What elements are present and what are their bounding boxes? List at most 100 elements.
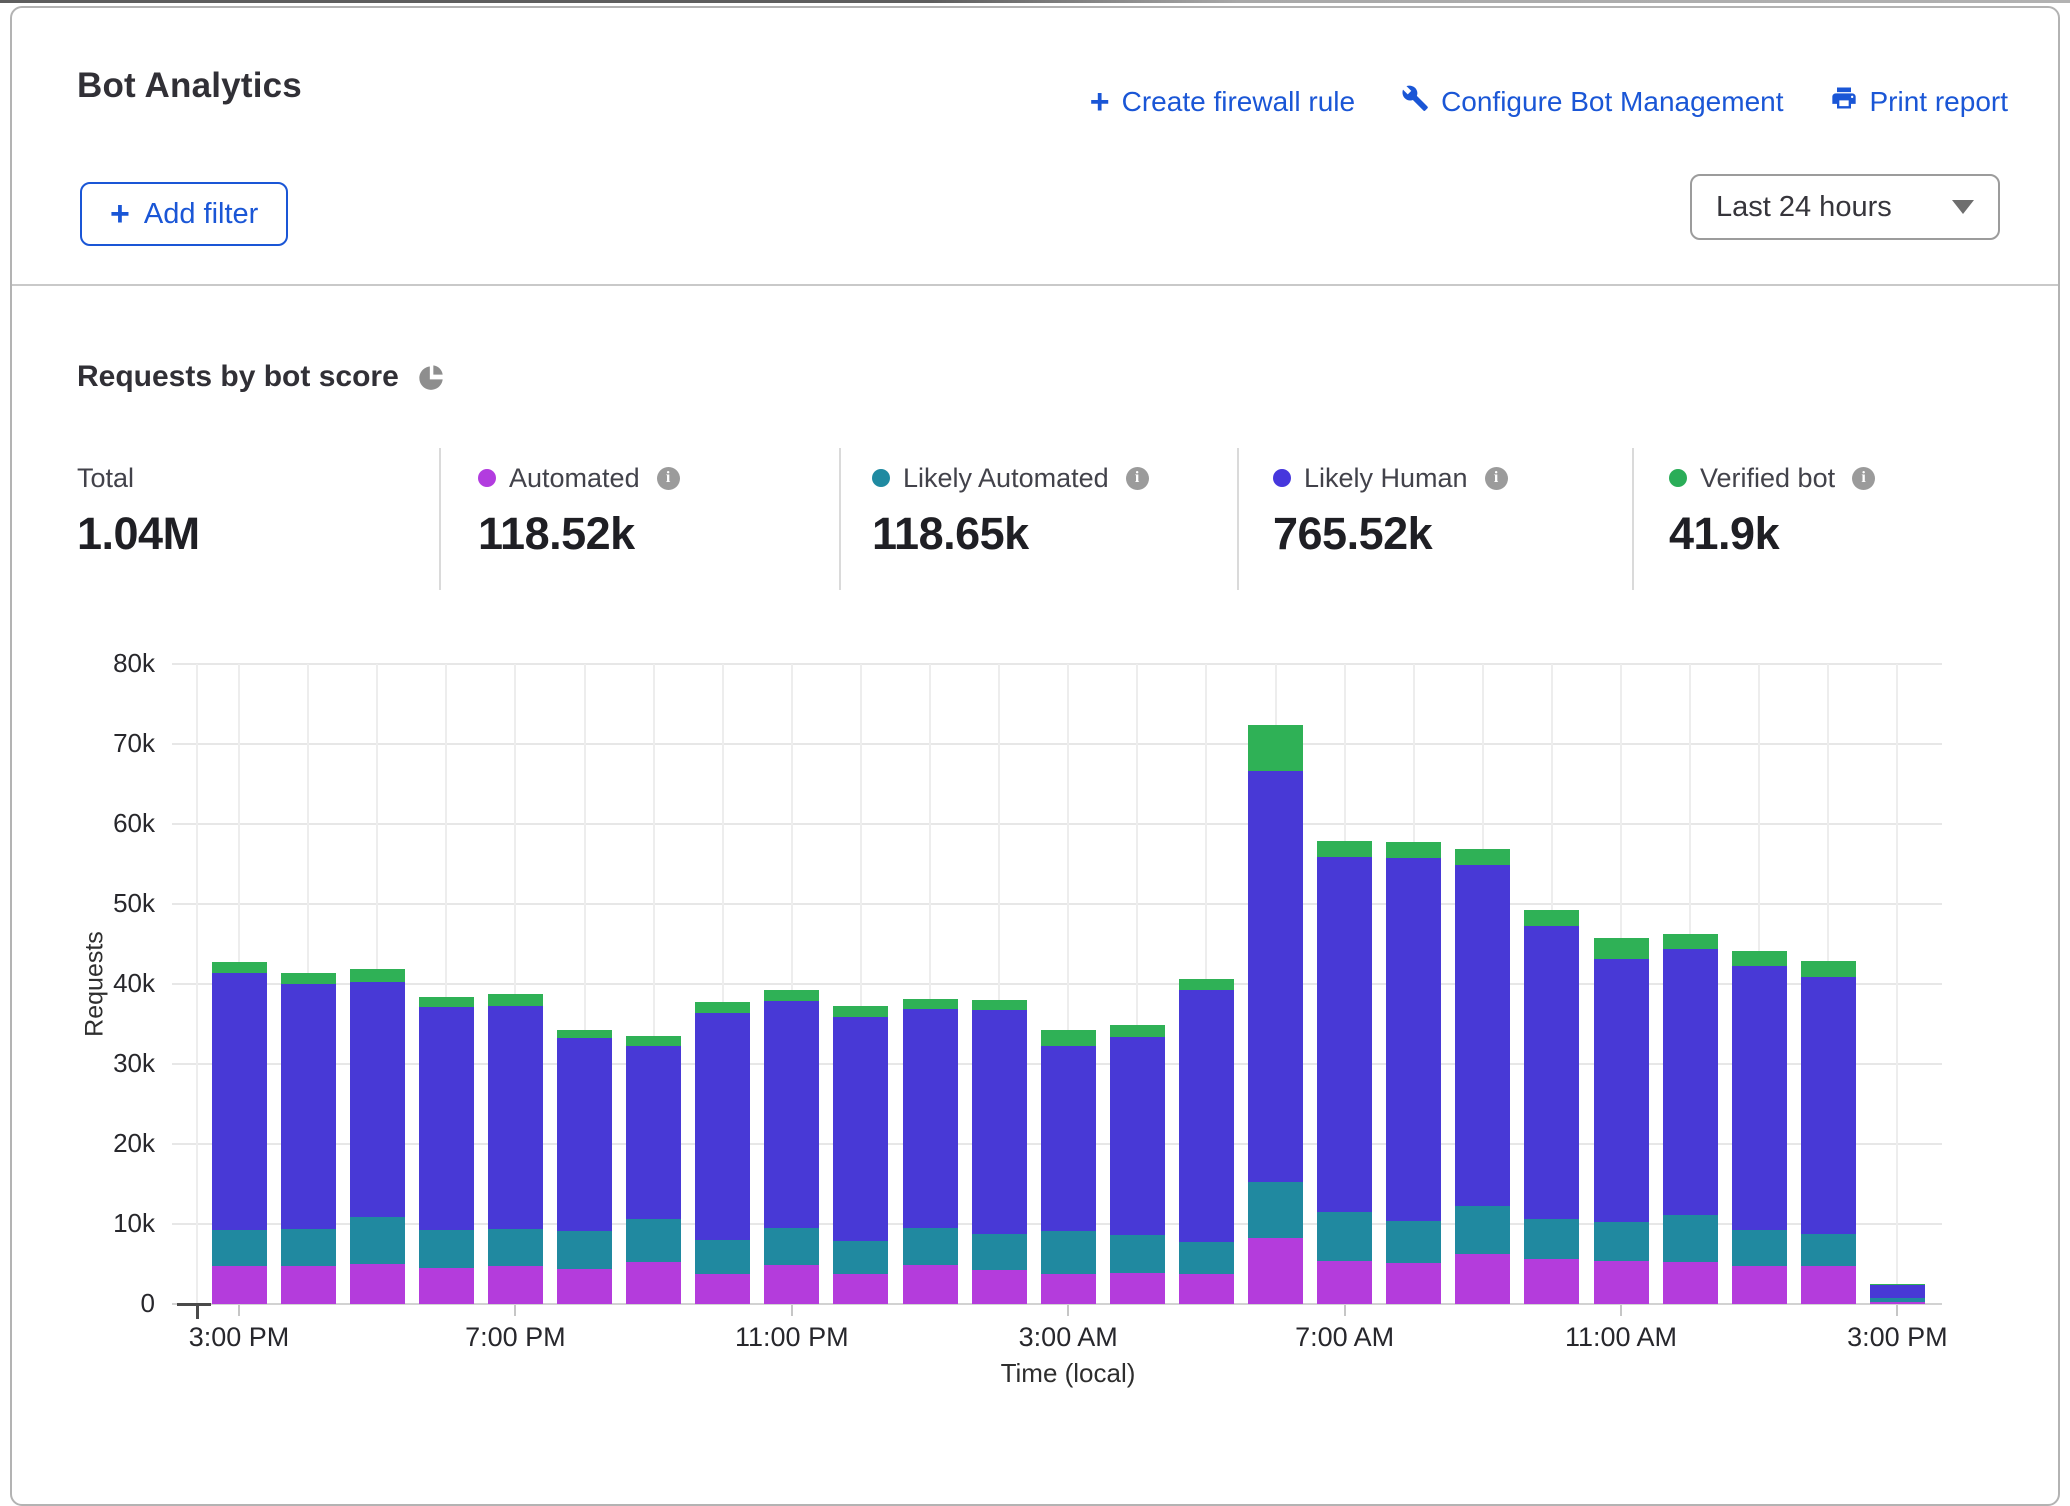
bar-2-00-am [972,664,1027,1304]
time-range-value: Last 24 hours [1716,191,1952,224]
bar-1-00-am [903,664,958,1304]
axis-corner-tick [196,1305,199,1319]
stat-value: 41.9k [1669,508,1875,560]
bar-segment-likely-human [903,1009,958,1228]
bar-segment-verified-bot [695,1002,750,1013]
stat-value: 1.04M [77,508,200,560]
stat-value: 118.65k [872,508,1149,560]
info-icon[interactable]: i [1852,467,1875,490]
stat-label: Automated [509,463,640,494]
x-tick [1344,1305,1346,1316]
x-tick [1067,1305,1069,1316]
bar-3-00-am [1041,664,1096,1304]
bar-7-00-am [1317,664,1372,1304]
bar-5-00-am [1179,664,1234,1304]
bar-segment-likely-automated [626,1219,681,1261]
time-range-dropdown[interactable]: Last 24 hours [1690,174,2000,240]
stat-label: Verified bot [1700,463,1835,494]
stat-likely-automated: Likely Automatedi 118.65k [872,438,1149,560]
bar-segment-likely-automated [1041,1231,1096,1273]
bar-segment-verified-bot [903,999,958,1009]
wrench-icon [1401,84,1429,119]
bar-segment-verified-bot [972,1000,1027,1010]
bar-segment-automated [1041,1274,1096,1304]
bar-segment-automated [903,1265,958,1304]
bar-segment-likely-automated [972,1234,1027,1270]
bar-segment-likely-human [1248,771,1303,1182]
legend-dot-verified-bot [1669,469,1687,487]
bar-segment-automated [1524,1259,1579,1304]
bot-analytics-card: Bot Analytics + Create firewall rule Con… [10,6,2060,1506]
bar-segment-likely-automated [695,1240,750,1274]
bar-segment-likely-automated [1317,1212,1372,1261]
bar-11-00-am [1594,664,1649,1304]
bar-segment-likely-human [1663,949,1718,1215]
bar-segment-automated [557,1269,612,1304]
stat-label: Likely Human [1304,463,1468,494]
configure-bot-management-link[interactable]: Configure Bot Management [1401,84,1783,119]
info-icon[interactable]: i [1126,467,1149,490]
bar-segment-likely-automated [1455,1206,1510,1254]
bar-8-00-pm [557,664,612,1304]
y-axis-line [196,664,198,1304]
bar-1-00-pm [1732,664,1787,1304]
print-report-link[interactable]: Print report [1830,84,2009,119]
bar-segment-automated [1663,1262,1718,1304]
stat-value: 118.52k [478,508,680,560]
info-icon[interactable]: i [657,467,680,490]
x-tick-label: 11:00 AM [1521,1322,1721,1353]
bar-segment-automated [626,1262,681,1304]
bar-segment-likely-automated [1248,1182,1303,1237]
add-filter-button[interactable]: + Add filter [80,182,288,246]
plus-icon: + [1090,89,1110,115]
bar-10-00-am [1524,664,1579,1304]
bar-segment-likely-human [1386,858,1441,1220]
bar-12-00-am [833,664,888,1304]
bar-segment-verified-bot [1317,841,1372,857]
requests-bar-chart: Time (local) Requests 010k20k30k40k50k60… [172,664,1942,1304]
bar-segment-automated [1455,1254,1510,1304]
bar-6-00-am [1248,664,1303,1304]
bar-segment-verified-bot [281,973,336,984]
bar-segment-verified-bot [764,990,819,1000]
bar-segment-likely-human [764,1001,819,1228]
bar-segment-likely-human [1732,966,1787,1230]
info-icon[interactable]: i [1485,467,1508,490]
bar-segment-verified-bot [1801,961,1856,977]
bar-segment-likely-automated [1732,1230,1787,1266]
stat-automated: Automated i 118.52k [478,438,680,560]
bar-segment-verified-bot [1179,979,1234,989]
bar-segment-likely-automated [1386,1221,1441,1263]
bar-segment-automated [1248,1238,1303,1304]
y-tick-label: 20k [80,1128,155,1159]
bar-segment-likely-human [1041,1046,1096,1232]
bar-segment-automated [833,1274,888,1304]
y-tick-label: 50k [80,888,155,919]
bar-segment-automated [488,1266,543,1304]
stat-header: Likely Automatedi [872,460,1149,496]
y-tick-label: 30k [80,1048,155,1079]
bar-segment-automated [1317,1261,1372,1304]
stats-row: Total1.04MAutomatedi118.52kLikely Automa… [12,438,2062,608]
x-tick [1620,1305,1622,1316]
create-firewall-rule-link[interactable]: + Create firewall rule [1090,86,1355,118]
y-tick-label: 0 [80,1288,155,1319]
bar-9-00-pm [626,664,681,1304]
bar-segment-automated [1732,1266,1787,1304]
bar-segment-likely-automated [1524,1219,1579,1259]
axis-corner-segment [177,1303,211,1306]
bar-segment-likely-automated [1110,1235,1165,1273]
section-title: Requests by bot score [77,360,399,394]
bar-segment-automated [212,1266,267,1304]
bar-segment-verified-bot [1455,849,1510,865]
bar-segment-verified-bot [1248,725,1303,771]
bar-segment-verified-bot [1386,842,1441,858]
x-axis-title: Time (local) [1001,1358,1136,1389]
chevron-down-icon [1952,200,1974,214]
bar-segment-automated [1386,1263,1441,1304]
page-title: Bot Analytics [77,66,302,106]
bar-segment-likely-automated [1801,1234,1856,1267]
legend-dot-automated [478,469,496,487]
bar-segment-likely-human [488,1006,543,1229]
bar-segment-verified-bot [350,969,405,983]
